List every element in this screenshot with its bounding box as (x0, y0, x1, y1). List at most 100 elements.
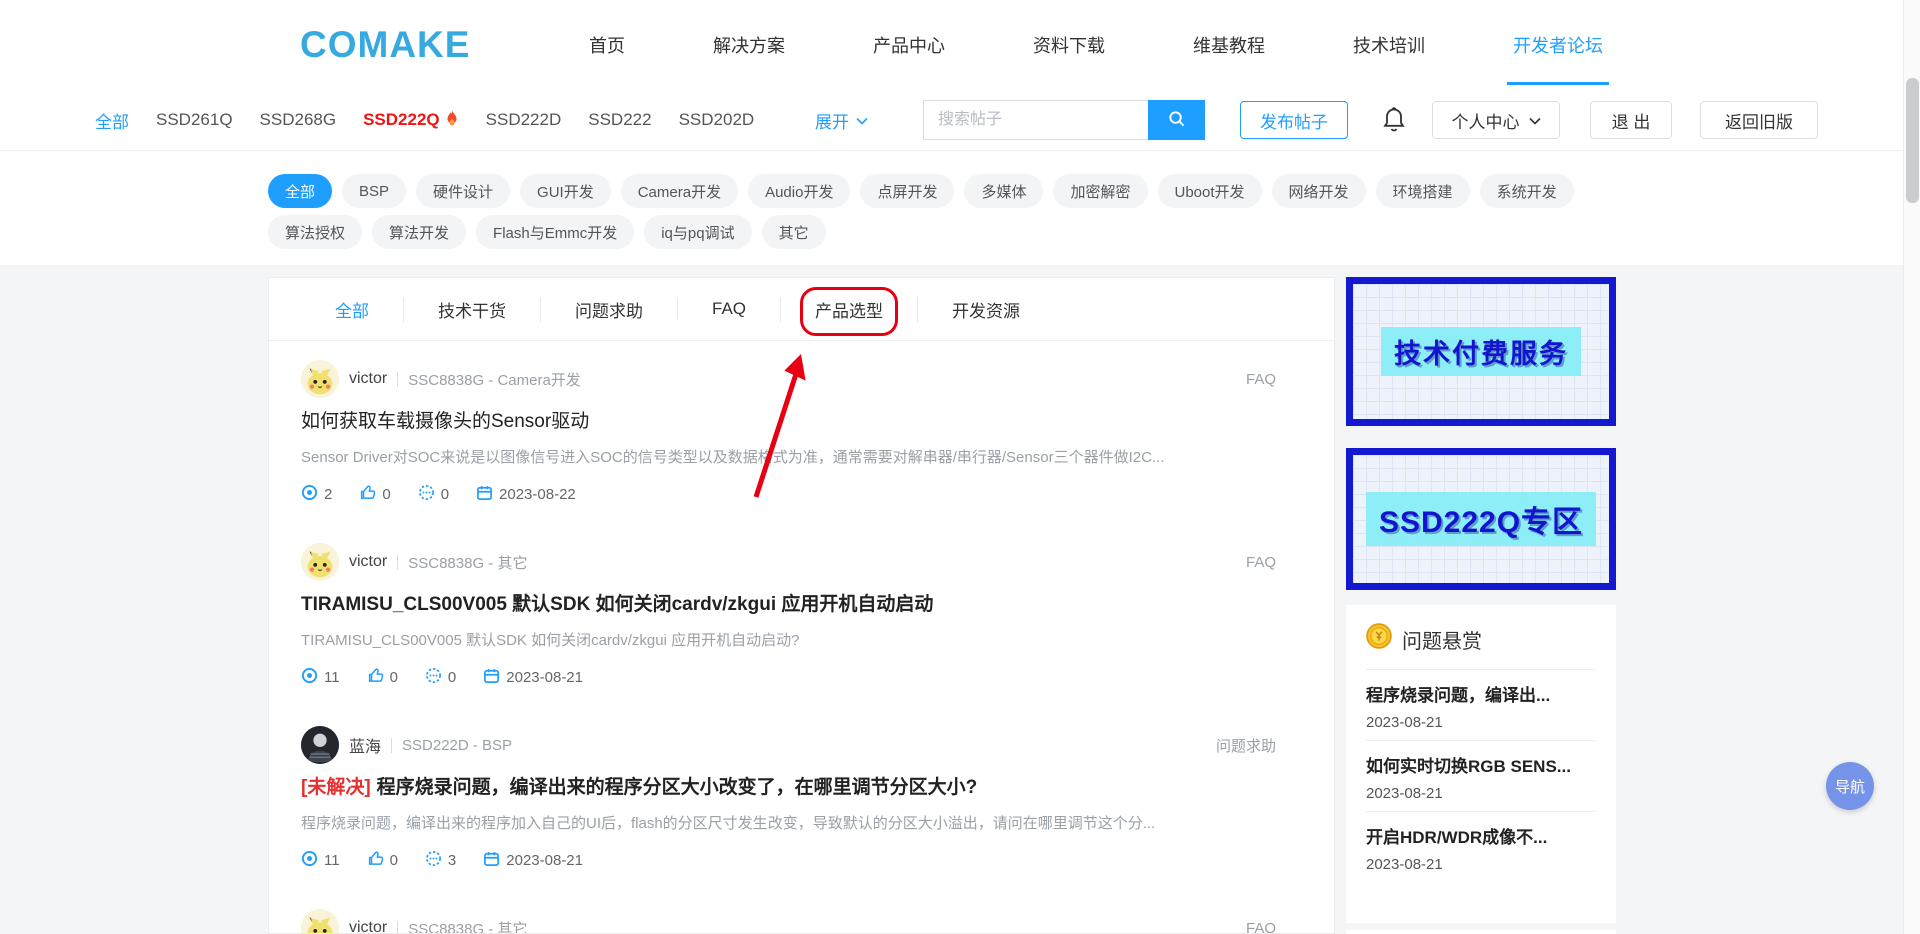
category-chip[interactable]: BSP (342, 174, 406, 208)
post-header: victor SSC8838G - 其它 FAQ (301, 908, 1276, 934)
category-chip[interactable]: 网络开发 (1272, 174, 1366, 208)
main-nav-item[interactable]: 产品中心 (829, 0, 989, 90)
category-chip[interactable]: Flash与Emmc开发 (476, 215, 634, 249)
post-row[interactable]: victor SSC8838G - 其它 FAQ (301, 890, 1276, 934)
category-chip-label: 算法授权 (285, 222, 345, 243)
post-type-badge: 问题求助 (1216, 735, 1276, 756)
bounty-item-title: 开启HDR/WDR成像不... (1366, 823, 1596, 848)
bounty-item[interactable]: 开启HDR/WDR成像不... 2023-08-21 (1366, 812, 1596, 882)
back-to-old-version-button[interactable]: 返回旧版 (1700, 101, 1818, 139)
category-chip[interactable]: 其它 (762, 215, 826, 249)
product-filter-item[interactable]: SSD222 (588, 110, 651, 130)
user-center-button[interactable]: 个人中心 (1432, 101, 1560, 139)
avatar[interactable] (301, 543, 339, 581)
thumbs-up-icon (367, 850, 384, 871)
post-tab[interactable]: FAQ (677, 299, 780, 319)
category-chip[interactable]: 多媒体 (964, 174, 1043, 208)
post-product-tag: SSC8838G - 其它 (408, 918, 527, 934)
paid-service-banner[interactable]: 技术付费服务 (1346, 277, 1616, 426)
views-icon (301, 667, 318, 688)
category-chip-label: Flash与Emmc开发 (493, 222, 617, 243)
main-nav-item[interactable]: 首页 (545, 0, 669, 90)
product-filter-item[interactable]: SSD222Q (363, 109, 459, 132)
main-nav-item-label: 维基教程 (1193, 32, 1265, 58)
main-nav-item[interactable]: 维基教程 (1149, 0, 1309, 90)
category-chip[interactable]: 环境搭建 (1376, 174, 1470, 208)
main-nav: 首页 解决方案 产品中心 资料下载 维基教程 技术 (545, 0, 1647, 90)
create-post-button[interactable]: 发布帖子 (1240, 101, 1348, 139)
post-tab[interactable]: 产品选型 (780, 297, 917, 322)
bounty-list: 程序烧录问题，编译出... 2023-08-21 如何实时切换RGB SENS.… (1366, 670, 1596, 882)
scrollbar-track[interactable] (1903, 0, 1920, 934)
product-filter-item[interactable]: SSD261Q (156, 110, 233, 130)
main-nav-item[interactable]: 开发者论坛 (1469, 0, 1647, 90)
category-chip-label: Audio开发 (765, 181, 833, 202)
category-chip-label: 系统开发 (1497, 181, 1557, 202)
post-tab[interactable]: 全部 (301, 297, 403, 322)
avatar[interactable] (301, 909, 339, 934)
search-button[interactable] (1148, 100, 1205, 140)
post-title[interactable]: 如何获取车载摄像头的Sensor驱动 (301, 409, 1276, 434)
category-chip[interactable]: Camera开发 (621, 174, 738, 208)
product-filter-label: SSD222Q (363, 110, 440, 130)
post-title[interactable]: [未解决]程序烧录问题，编译出来的程序分区大小改变了，在哪里调节分区大小? (301, 775, 1276, 800)
likes-count: 0 (382, 486, 390, 503)
product-filter-item[interactable]: SSD222D (486, 110, 562, 130)
category-chip[interactable]: 加密解密 (1053, 174, 1147, 208)
post-author[interactable]: 蓝海 (349, 733, 381, 757)
post-tab[interactable]: 问题求助 (540, 297, 677, 322)
category-chip[interactable]: 全部 (268, 174, 332, 208)
views-icon (301, 484, 318, 505)
post-author[interactable]: victor (349, 919, 387, 934)
post-row[interactable]: 蓝海 SSD222D - BSP 问题求助 [未解决]程序烧录问题，编译出来的程… (301, 707, 1276, 890)
notifications-button[interactable] (1381, 106, 1407, 139)
comments-stat[interactable]: 0 (418, 484, 449, 505)
expand-toggle[interactable]: 展开 (815, 90, 868, 150)
post-row[interactable]: victor SSC8838G - Camera开发 FAQ 如何获取车载摄像头… (301, 341, 1276, 524)
category-chip[interactable]: iq与pq调试 (644, 215, 751, 249)
main-nav-item[interactable]: 解决方案 (669, 0, 829, 90)
product-filter-item[interactable]: 全部 (95, 108, 129, 133)
post-tab[interactable]: 开发资源 (917, 297, 1054, 322)
post-author[interactable]: victor (349, 370, 387, 388)
floating-nav-button[interactable]: 导航 (1826, 762, 1874, 810)
category-chip[interactable]: Audio开发 (748, 174, 850, 208)
main-nav-item[interactable]: 资料下载 (989, 0, 1149, 90)
logout-button[interactable]: 退 出 (1590, 101, 1672, 139)
post-tab-label: 产品选型 (815, 302, 883, 321)
product-filter-item[interactable]: SSD268G (260, 110, 337, 130)
avatar[interactable] (301, 360, 339, 398)
bounty-item[interactable]: 程序烧录问题，编译出... 2023-08-21 (1366, 670, 1596, 741)
search-input[interactable] (923, 100, 1148, 140)
post-title[interactable]: TIRAMISU_CLS00V005 默认SDK 如何关闭cardv/zkgui… (301, 592, 1276, 617)
post-tab[interactable]: 技术干货 (403, 297, 540, 322)
views-stat: 11 (301, 667, 340, 688)
category-chip[interactable]: 算法开发 (372, 215, 466, 249)
post-date: 2023-08-21 (506, 669, 583, 686)
post-author[interactable]: victor (349, 553, 387, 571)
category-chip[interactable]: 硬件设计 (416, 174, 510, 208)
product-filter-label: SSD268G (260, 110, 337, 130)
post-tab-label: 全部 (335, 302, 369, 321)
flame-icon (445, 109, 459, 132)
post-product-tag: SSD222D - BSP (402, 737, 512, 754)
category-chip-label: GUI开发 (537, 181, 594, 202)
category-chip[interactable]: 点屏开发 (860, 174, 954, 208)
likes-stat[interactable]: 0 (367, 850, 398, 871)
ssd222q-zone-banner[interactable]: SSD222Q专区 (1346, 448, 1616, 590)
scrollbar-thumb[interactable] (1906, 78, 1919, 203)
category-chip[interactable]: Uboot开发 (1158, 174, 1262, 208)
avatar[interactable] (301, 726, 339, 764)
post-row[interactable]: victor SSC8838G - 其它 FAQ TIRAMISU_CLS00V… (301, 524, 1276, 707)
main-nav-item[interactable]: 技术培训 (1309, 0, 1469, 90)
bounty-item[interactable]: 如何实时切换RGB SENS... 2023-08-21 (1366, 741, 1596, 812)
likes-stat[interactable]: 0 (359, 484, 390, 505)
category-chip[interactable]: 算法授权 (268, 215, 362, 249)
comake-logo[interactable]: COMAKE (300, 24, 470, 66)
comments-stat[interactable]: 0 (425, 667, 456, 688)
category-chip[interactable]: 系统开发 (1480, 174, 1574, 208)
product-filter-item[interactable]: SSD202D (679, 110, 755, 130)
likes-stat[interactable]: 0 (367, 667, 398, 688)
category-chip[interactable]: GUI开发 (520, 174, 611, 208)
comments-stat[interactable]: 3 (425, 850, 456, 871)
